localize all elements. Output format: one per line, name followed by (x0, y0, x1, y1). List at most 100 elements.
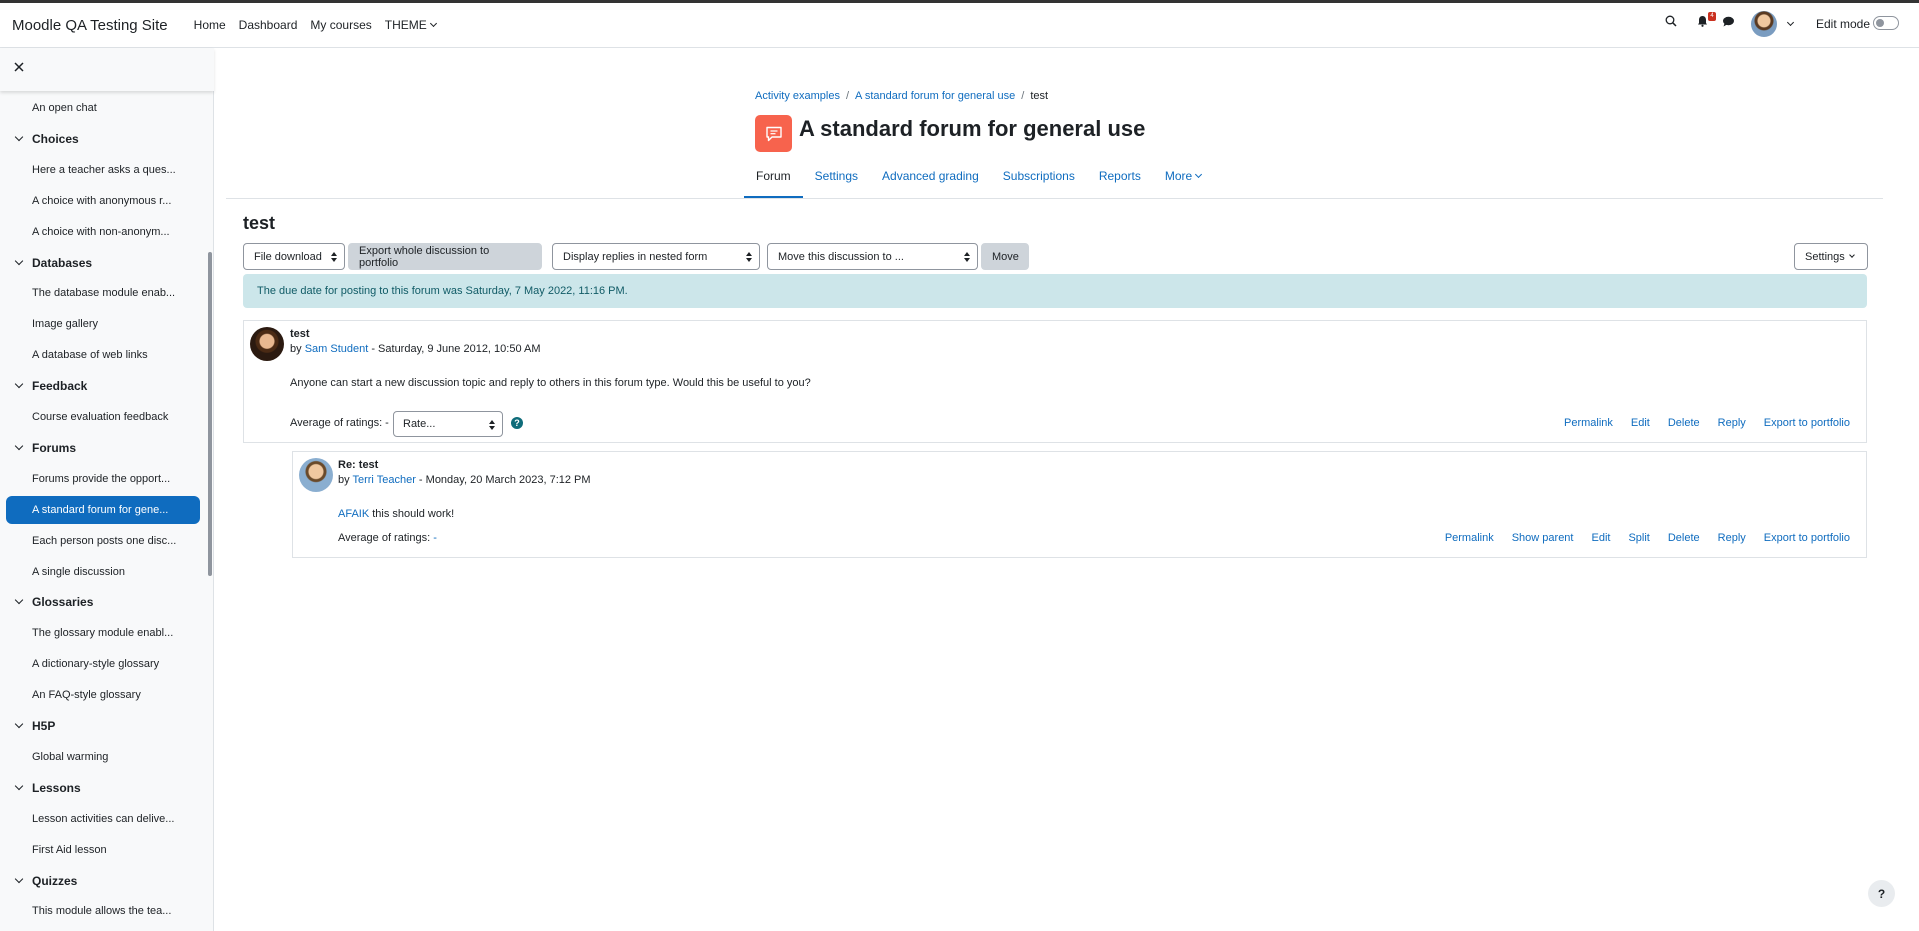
file-download-select[interactable]: File download (243, 243, 345, 270)
export-to-portfolio-link[interactable]: Export to portfolio (1764, 532, 1850, 544)
nav-theme-label: THEME (384, 18, 427, 32)
chevron-down-icon[interactable] (14, 595, 24, 605)
course-index-item-label: A standard forum for gene... (32, 504, 169, 516)
tab-forum[interactable]: Forum (744, 166, 803, 198)
chevron-down-icon[interactable] (14, 719, 24, 729)
course-index-item[interactable]: The database module enab... (6, 279, 200, 307)
select-arrows-icon (331, 252, 337, 262)
course-index-item[interactable]: This module allows the tea... (6, 897, 200, 925)
nav-home[interactable]: Home (194, 18, 226, 32)
edit-link[interactable]: Edit (1631, 417, 1650, 429)
course-index-section[interactable]: Lessons (0, 773, 214, 803)
course-index-item-active[interactable]: A standard forum for gene... (6, 496, 200, 524)
forum-reply-post: Re: test by Terri Teacher - Monday, 20 M… (292, 451, 1867, 558)
chevron-down-icon[interactable] (14, 441, 24, 451)
course-index-item[interactable]: A dictionary-style glossary (6, 650, 200, 678)
course-index-section[interactable]: Choices (0, 124, 214, 154)
nav-theme[interactable]: THEME (384, 18, 437, 32)
move-discussion-value: Move this discussion to ... (778, 250, 904, 263)
reply-link[interactable]: Reply (1718, 532, 1746, 544)
reply-link[interactable]: Reply (1718, 417, 1746, 429)
chevron-down-icon[interactable] (14, 874, 24, 884)
course-index-item[interactable]: Here a teacher asks a ques... (6, 156, 200, 184)
close-icon[interactable] (14, 62, 24, 72)
edit-link[interactable]: Edit (1591, 532, 1610, 544)
course-index-item[interactable]: An open chat (6, 94, 200, 122)
course-index-item[interactable]: Forums provide the opport... (6, 465, 200, 493)
course-index-item[interactable]: A choice with anonymous r... (6, 187, 200, 215)
course-index-item[interactable]: A single discussion (6, 558, 200, 586)
course-index-item[interactable]: Image gallery (6, 310, 200, 338)
chevron-down-icon[interactable] (14, 781, 24, 791)
rating-label: Average of ratings: - (338, 532, 437, 544)
chevron-down-icon[interactable] (14, 132, 24, 142)
course-index-section[interactable]: Forums (0, 433, 214, 463)
course-index-item-label: An FAQ-style glossary (32, 689, 141, 701)
breadcrumb-activity-examples[interactable]: Activity examples (755, 90, 840, 102)
drawer-scrollbar[interactable] (208, 252, 212, 576)
breadcrumb-forum[interactable]: A standard forum for general use (855, 90, 1015, 102)
course-index-section[interactable]: H5P (0, 711, 214, 741)
author-avatar[interactable] (299, 458, 333, 492)
chevron-down-icon[interactable] (14, 379, 24, 389)
author-link[interactable]: Terri Teacher (352, 474, 415, 486)
course-index-item[interactable]: First Aid lesson (6, 836, 200, 864)
section-label: Choices (32, 132, 79, 146)
course-index-item[interactable]: An FAQ-style glossary (6, 681, 200, 709)
post-byline: by Sam Student - Saturday, 9 June 2012, … (290, 343, 541, 355)
course-index-item[interactable]: A database of web links (6, 341, 200, 369)
edit-mode-toggle[interactable] (1873, 16, 1899, 30)
messages-icon[interactable] (1722, 16, 1735, 27)
course-index-section[interactable]: Databases (0, 248, 214, 278)
chevron-down-icon (1195, 170, 1203, 179)
course-index-item[interactable]: Lesson activities can delive... (6, 805, 200, 833)
permalink-link[interactable]: Permalink (1445, 532, 1494, 544)
notification-bell-icon[interactable] (1697, 15, 1708, 27)
post-subject: Re: test (338, 459, 379, 471)
course-index-item[interactable]: The glossary module enabl... (6, 619, 200, 647)
afaik-link[interactable]: AFAIK (338, 508, 369, 520)
export-to-portfolio-link[interactable]: Export to portfolio (1764, 417, 1850, 429)
chevron-down-icon[interactable] (14, 256, 24, 266)
user-avatar[interactable] (1751, 11, 1777, 37)
rate-select[interactable]: Rate... (393, 411, 503, 437)
course-index-item[interactable]: Course evaluation feedback (6, 403, 200, 431)
rate-select-value: Rate... (403, 418, 436, 430)
permalink-link[interactable]: Permalink (1564, 417, 1613, 429)
tab-reports[interactable]: Reports (1087, 166, 1153, 198)
course-index-item[interactable]: Each person posts one disc... (6, 527, 200, 555)
move-button[interactable]: Move (981, 243, 1029, 270)
tab-advanced-grading[interactable]: Advanced grading (870, 166, 991, 198)
course-index-item[interactable]: A choice with non-anonym... (6, 218, 200, 246)
course-index-item[interactable]: Global warming (6, 743, 200, 771)
display-mode-select[interactable]: Display replies in nested form (552, 243, 760, 270)
section-label: Feedback (32, 379, 88, 393)
help-button[interactable]: ? (1868, 880, 1895, 907)
delete-link[interactable]: Delete (1668, 417, 1700, 429)
rating-value-link[interactable]: - (433, 532, 437, 544)
course-index-section[interactable]: Feedback (0, 371, 214, 401)
tab-settings[interactable]: Settings (803, 166, 870, 198)
post-date: - Saturday, 9 June 2012, 10:50 AM (368, 343, 541, 355)
delete-link[interactable]: Delete (1668, 532, 1700, 544)
split-link[interactable]: Split (1628, 532, 1649, 544)
tab-more[interactable]: More (1153, 166, 1213, 198)
show-parent-link[interactable]: Show parent (1512, 532, 1574, 544)
nav-my-courses[interactable]: My courses (310, 18, 371, 32)
tab-subscriptions[interactable]: Subscriptions (991, 166, 1087, 198)
site-brand[interactable]: Moodle QA Testing Site (12, 17, 168, 34)
move-discussion-select[interactable]: Move this discussion to ... (767, 243, 978, 270)
post-message-text: this should work! (369, 508, 455, 520)
settings-dropdown-button[interactable]: Settings (1794, 243, 1868, 270)
course-index-item-label: A choice with anonymous r... (32, 195, 172, 207)
course-index-section[interactable]: Quizzes (0, 866, 214, 896)
rating-label: Average of ratings: - (290, 417, 389, 429)
course-index-item-label: Lesson activities can delive... (32, 813, 175, 825)
nav-dashboard[interactable]: Dashboard (239, 18, 298, 32)
export-discussion-button[interactable]: Export whole discussion to portfolio (348, 243, 542, 270)
help-icon[interactable]: ? (511, 417, 523, 429)
course-index-section[interactable]: Glossaries (0, 587, 214, 617)
search-icon[interactable] (1665, 15, 1677, 27)
author-link[interactable]: Sam Student (305, 343, 369, 355)
author-avatar[interactable] (250, 327, 284, 361)
